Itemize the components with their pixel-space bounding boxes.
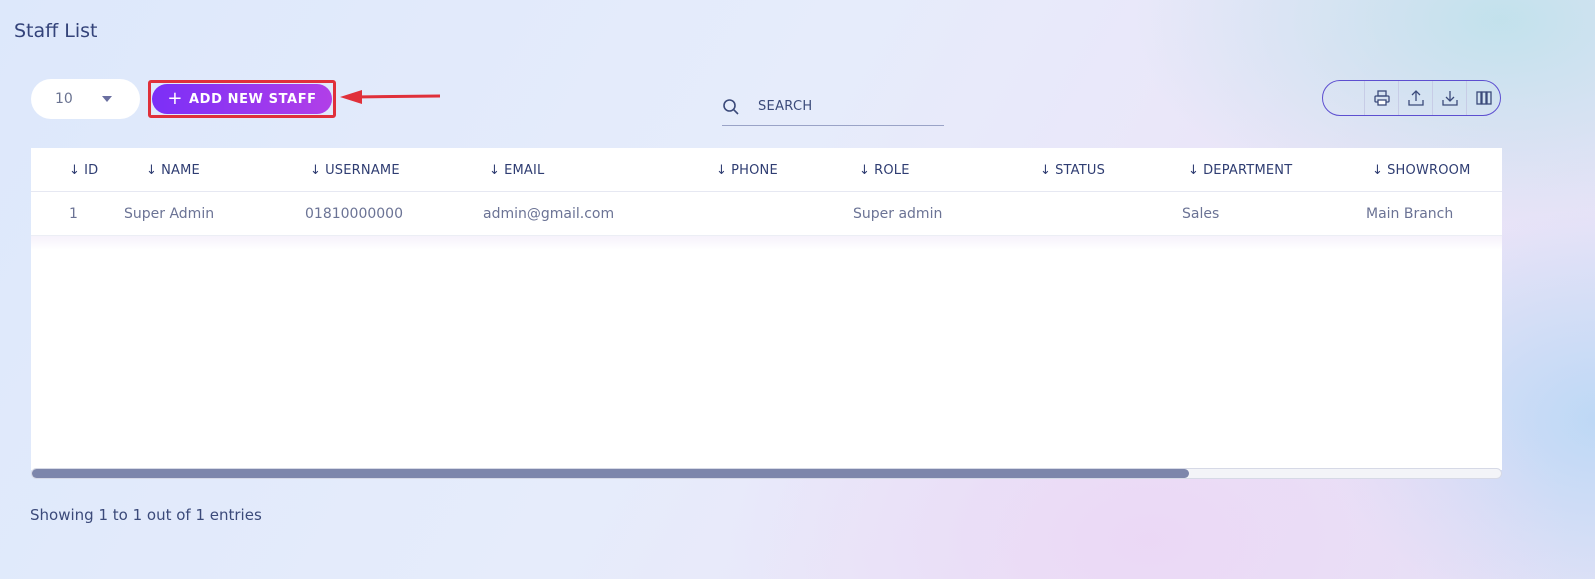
print-button[interactable] xyxy=(1364,81,1398,115)
sort-arrow-icon: ↓ xyxy=(310,162,322,178)
column-header-email[interactable]: ↓ EMAIL xyxy=(489,148,545,192)
search-input[interactable]: SEARCH xyxy=(758,99,812,114)
columns-button[interactable] xyxy=(1466,81,1500,115)
horizontal-scrollbar[interactable] xyxy=(31,468,1502,479)
download-icon xyxy=(1441,91,1458,106)
scrollbar-thumb[interactable] xyxy=(32,469,1189,478)
sort-arrow-icon: ↓ xyxy=(859,162,871,178)
cell-username: 01810000000 xyxy=(305,206,403,222)
sort-arrow-icon: ↓ xyxy=(489,162,501,178)
cell-name: Super Admin xyxy=(124,206,215,222)
staff-table: ↓ ID ↓ NAME ↓ USERNAME ↓ EMAIL ↓ PHONE ↓ ROLE … xyxy=(31,148,1502,470)
column-header-name[interactable]: ↓ NAME xyxy=(146,148,200,192)
column-header-id[interactable]: ↓ ID xyxy=(69,148,98,192)
chevron-down-icon xyxy=(102,96,112,102)
table-row[interactable]: 1 Super Admin 01810000000 admin@gmail.co… xyxy=(31,192,1502,236)
cell-department: Sales xyxy=(1182,206,1220,222)
column-header-department[interactable]: ↓ DEPARTMENT xyxy=(1188,148,1292,192)
export-icon xyxy=(1407,90,1424,106)
add-staff-highlight: + ADD NEW STAFF xyxy=(148,80,336,118)
add-new-staff-label: ADD NEW STAFF xyxy=(189,91,317,107)
sort-arrow-icon: ↓ xyxy=(1372,162,1384,178)
export-button[interactable] xyxy=(1398,81,1432,115)
plus-icon: + xyxy=(167,88,184,109)
print-icon xyxy=(1373,90,1390,106)
column-header-showroom[interactable]: ↓ SHOWROOM xyxy=(1372,148,1471,192)
search-icon xyxy=(723,98,739,115)
page-size-value: 10 xyxy=(55,91,73,107)
download-button[interactable] xyxy=(1432,81,1466,115)
cell-showroom: Main Branch xyxy=(1366,206,1454,222)
column-header-username[interactable]: ↓ USERNAME xyxy=(310,148,400,192)
row-divider xyxy=(31,236,1502,250)
columns-icon xyxy=(1475,91,1492,105)
cell-email: admin@gmail.com xyxy=(483,206,615,222)
pagination-summary: Showing 1 to 1 out of 1 entries xyxy=(30,506,262,524)
cell-id: 1 xyxy=(69,206,78,222)
column-header-role[interactable]: ↓ ROLE xyxy=(859,148,910,192)
page-title: Staff List xyxy=(14,20,98,42)
sort-arrow-icon: ↓ xyxy=(1188,162,1200,178)
sort-arrow-icon: ↓ xyxy=(716,162,728,178)
table-header: ↓ ID ↓ NAME ↓ USERNAME ↓ EMAIL ↓ PHONE ↓ ROLE … xyxy=(31,148,1502,192)
annotation-arrow-icon xyxy=(340,90,441,104)
sort-arrow-icon: ↓ xyxy=(69,162,81,178)
column-header-phone[interactable]: ↓ PHONE xyxy=(716,148,778,192)
cell-role: Super admin xyxy=(853,206,943,222)
sort-arrow-icon: ↓ xyxy=(146,162,158,178)
table-toolbar xyxy=(1322,80,1501,116)
search-box[interactable]: SEARCH xyxy=(722,88,944,126)
column-header-status[interactable]: ↓ STATUS xyxy=(1040,148,1105,192)
add-new-staff-button[interactable]: + ADD NEW STAFF xyxy=(152,84,332,114)
sort-arrow-icon: ↓ xyxy=(1040,162,1052,178)
page-size-select[interactable]: 10 xyxy=(31,79,140,119)
